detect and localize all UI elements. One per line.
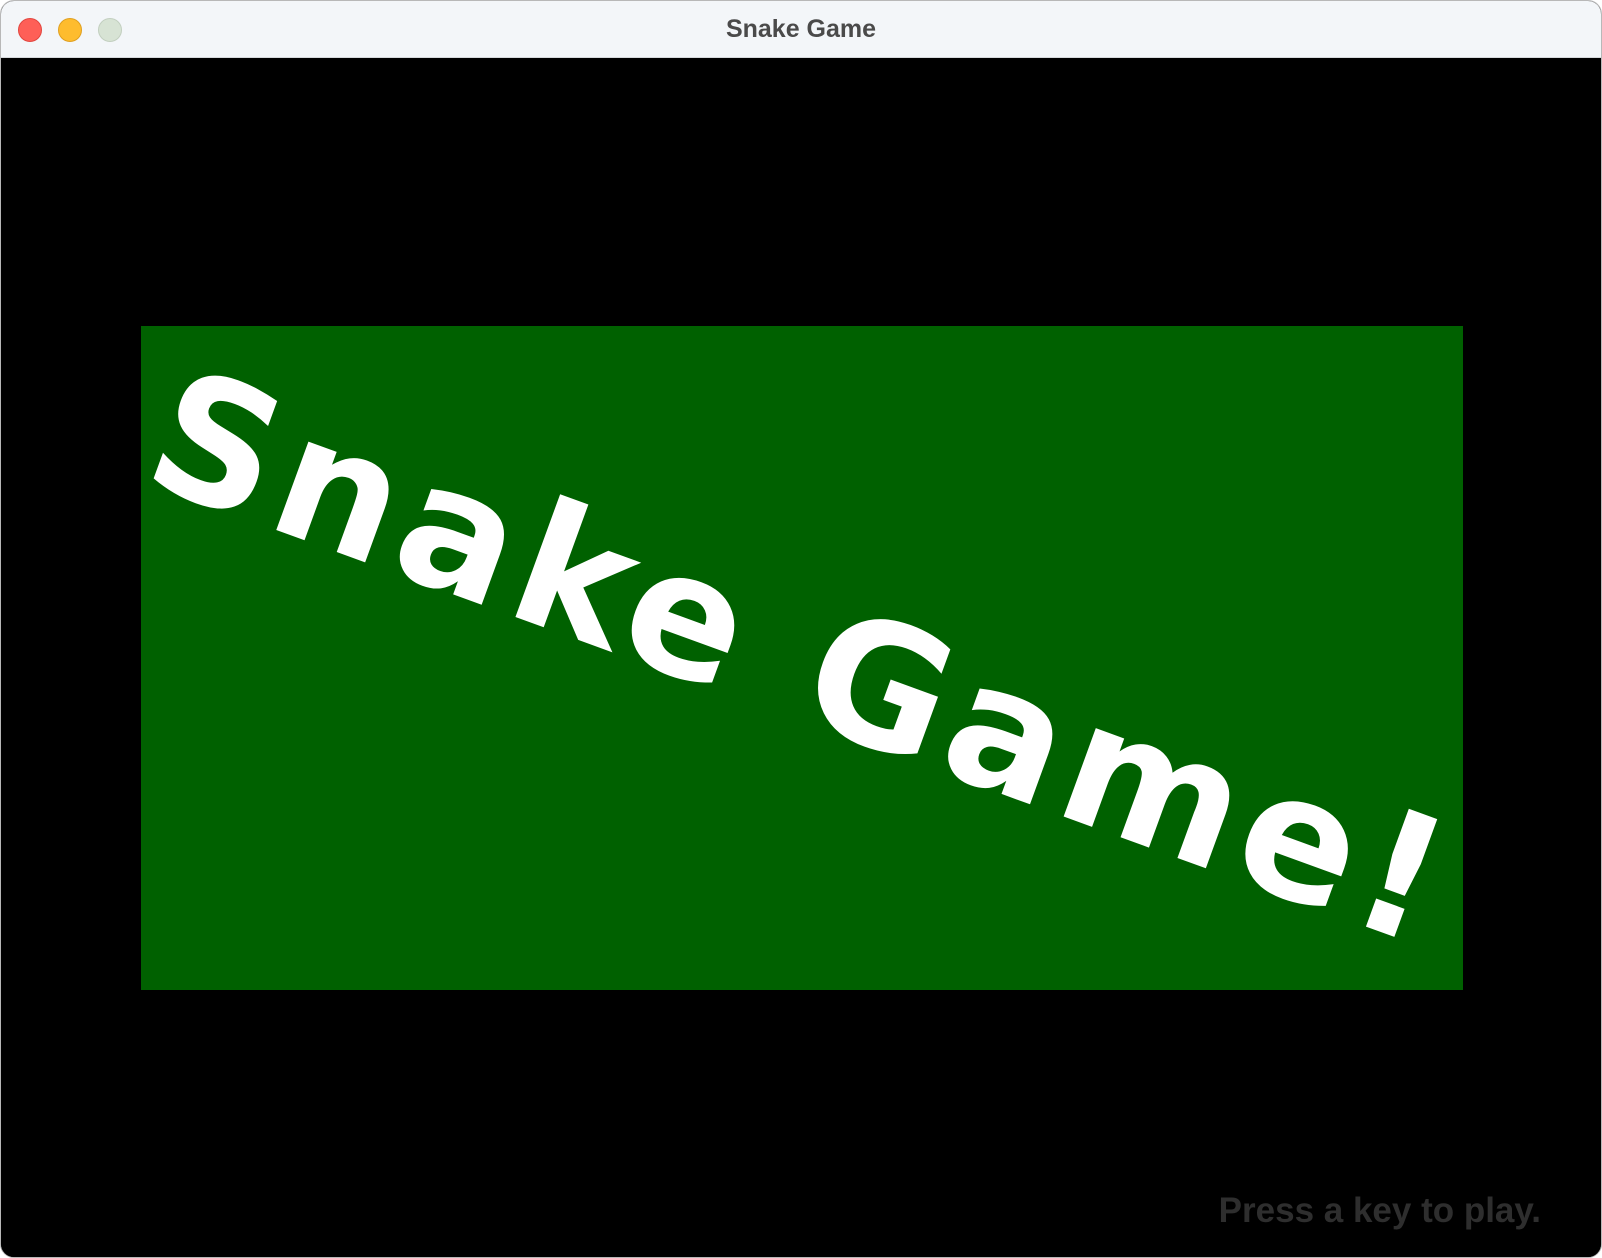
app-window: Snake Game Snake Game! Press a key to pl… — [0, 0, 1602, 1258]
start-prompt: Press a key to play. — [1218, 1191, 1541, 1230]
game-canvas[interactable]: Snake Game! Press a key to play. — [1, 58, 1601, 1257]
title-bar[interactable]: Snake Game — [1, 1, 1601, 58]
banner-title: Snake Game! — [141, 329, 1463, 987]
window-title: Snake Game — [725, 15, 877, 43]
title-banner: Snake Game! — [141, 326, 1463, 990]
